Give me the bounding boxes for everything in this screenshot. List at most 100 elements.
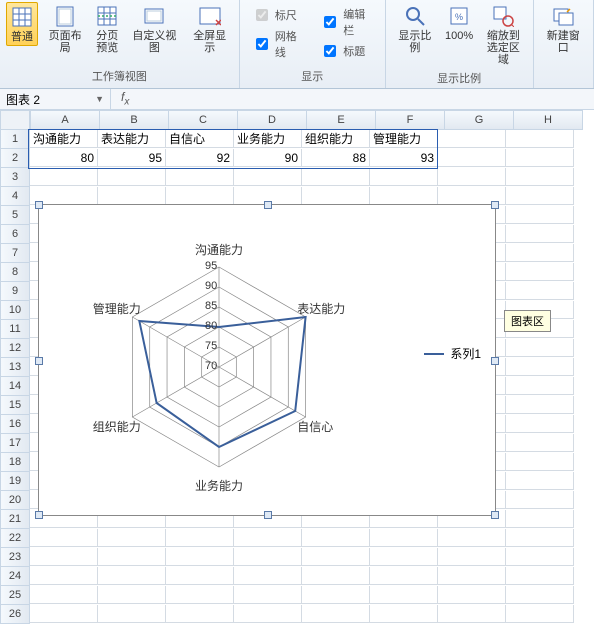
row-header[interactable]: 12 xyxy=(0,339,30,358)
row-header[interactable]: 7 xyxy=(0,244,30,263)
cell[interactable]: 93 xyxy=(370,149,438,167)
cell[interactable] xyxy=(506,130,574,148)
row-header[interactable]: 13 xyxy=(0,358,30,377)
col-header[interactable]: C xyxy=(169,110,238,130)
cell[interactable] xyxy=(166,529,234,547)
row-header[interactable]: 6 xyxy=(0,225,30,244)
row-header[interactable]: 5 xyxy=(0,206,30,225)
cell[interactable] xyxy=(98,529,166,547)
cell[interactable] xyxy=(166,567,234,585)
cell[interactable] xyxy=(506,396,574,414)
cell[interactable] xyxy=(30,586,98,604)
cell[interactable] xyxy=(438,149,506,167)
cell[interactable]: 业务能力 xyxy=(234,130,302,148)
chart-object[interactable]: 沟通能力表达能力自信心业务能力组织能力管理能力707580859095 系列1 xyxy=(38,204,496,516)
cell[interactable]: 自信心 xyxy=(166,130,234,148)
cell[interactable] xyxy=(302,529,370,547)
view-2[interactable]: 分页预览 xyxy=(92,2,122,56)
cell[interactable] xyxy=(234,529,302,547)
cell[interactable] xyxy=(506,168,574,186)
cell[interactable] xyxy=(506,339,574,357)
worksheet[interactable]: ABCDEFGH 1沟通能力表达能力自信心业务能力组织能力管理能力2809592… xyxy=(0,110,594,624)
show-checkbox[interactable]: 编辑栏 xyxy=(320,6,372,38)
cell[interactable] xyxy=(98,605,166,623)
cell[interactable] xyxy=(30,168,98,186)
cell[interactable] xyxy=(30,529,98,547)
row-header[interactable]: 14 xyxy=(0,377,30,396)
cell[interactable] xyxy=(506,586,574,604)
row-header[interactable]: 19 xyxy=(0,472,30,491)
cell[interactable] xyxy=(302,548,370,566)
cell[interactable] xyxy=(506,510,574,528)
cell[interactable] xyxy=(506,225,574,243)
cell[interactable] xyxy=(438,168,506,186)
cell[interactable]: 管理能力 xyxy=(370,130,438,148)
cell[interactable] xyxy=(166,168,234,186)
cell[interactable] xyxy=(370,605,438,623)
cell[interactable] xyxy=(234,168,302,186)
col-header[interactable]: A xyxy=(30,110,100,130)
cell[interactable] xyxy=(166,187,234,205)
cell[interactable] xyxy=(506,605,574,623)
cell[interactable] xyxy=(506,244,574,262)
select-all-corner[interactable] xyxy=(0,110,30,130)
row-header[interactable]: 4 xyxy=(0,187,30,206)
row-header[interactable]: 2 xyxy=(0,149,30,168)
cell[interactable] xyxy=(438,130,506,148)
cell[interactable] xyxy=(370,586,438,604)
cell[interactable] xyxy=(302,168,370,186)
view-1[interactable]: 页面布局 xyxy=(42,2,88,56)
row-header[interactable]: 8 xyxy=(0,263,30,282)
fx-icon[interactable]: fx xyxy=(111,90,139,107)
cell[interactable] xyxy=(506,377,574,395)
row-header[interactable]: 26 xyxy=(0,605,30,624)
chevron-down-icon[interactable]: ▼ xyxy=(95,94,104,104)
cell[interactable]: 80 xyxy=(30,149,98,167)
radar-chart[interactable]: 沟通能力表达能力自信心业务能力组织能力管理能力707580859095 xyxy=(79,217,359,497)
zoom-1[interactable]: %100% xyxy=(442,2,476,44)
cell[interactable]: 沟通能力 xyxy=(30,130,98,148)
cell[interactable] xyxy=(166,605,234,623)
cell[interactable] xyxy=(506,263,574,281)
show-checkbox[interactable]: 网格线 xyxy=(252,28,304,60)
cell[interactable] xyxy=(30,567,98,585)
cell[interactable] xyxy=(438,548,506,566)
col-header[interactable]: D xyxy=(238,110,307,130)
cell[interactable] xyxy=(302,567,370,585)
cell[interactable] xyxy=(98,548,166,566)
zoom-2[interactable]: 缩放到选定区域 xyxy=(480,2,526,68)
cell[interactable]: 95 xyxy=(98,149,166,167)
cell[interactable] xyxy=(506,149,574,167)
row-header[interactable]: 21 xyxy=(0,510,30,529)
cell[interactable] xyxy=(506,282,574,300)
cell[interactable] xyxy=(234,548,302,566)
cell[interactable] xyxy=(506,187,574,205)
col-header[interactable]: B xyxy=(100,110,169,130)
cell[interactable]: 组织能力 xyxy=(302,130,370,148)
cell[interactable] xyxy=(30,605,98,623)
cell[interactable]: 表达能力 xyxy=(98,130,166,148)
cell[interactable] xyxy=(506,206,574,224)
row-header[interactable]: 15 xyxy=(0,396,30,415)
row-header[interactable]: 11 xyxy=(0,320,30,339)
cell[interactable] xyxy=(98,168,166,186)
cell[interactable] xyxy=(234,586,302,604)
cell[interactable] xyxy=(30,548,98,566)
cell[interactable] xyxy=(506,434,574,452)
cell[interactable]: 92 xyxy=(166,149,234,167)
cell[interactable]: 88 xyxy=(302,149,370,167)
col-header[interactable]: H xyxy=(514,110,583,130)
cell[interactable] xyxy=(506,415,574,433)
cell[interactable] xyxy=(438,586,506,604)
row-header[interactable]: 10 xyxy=(0,301,30,320)
cell[interactable] xyxy=(438,605,506,623)
row-header[interactable]: 9 xyxy=(0,282,30,301)
row-header[interactable]: 17 xyxy=(0,434,30,453)
cell[interactable] xyxy=(506,358,574,376)
show-checkbox[interactable]: 标题 xyxy=(320,42,372,60)
show-checkbox[interactable]: 标尺 xyxy=(252,6,304,24)
cell[interactable] xyxy=(438,529,506,547)
cell[interactable] xyxy=(234,567,302,585)
row-header[interactable]: 1 xyxy=(0,130,30,149)
view-0[interactable]: 普通 xyxy=(6,2,38,46)
